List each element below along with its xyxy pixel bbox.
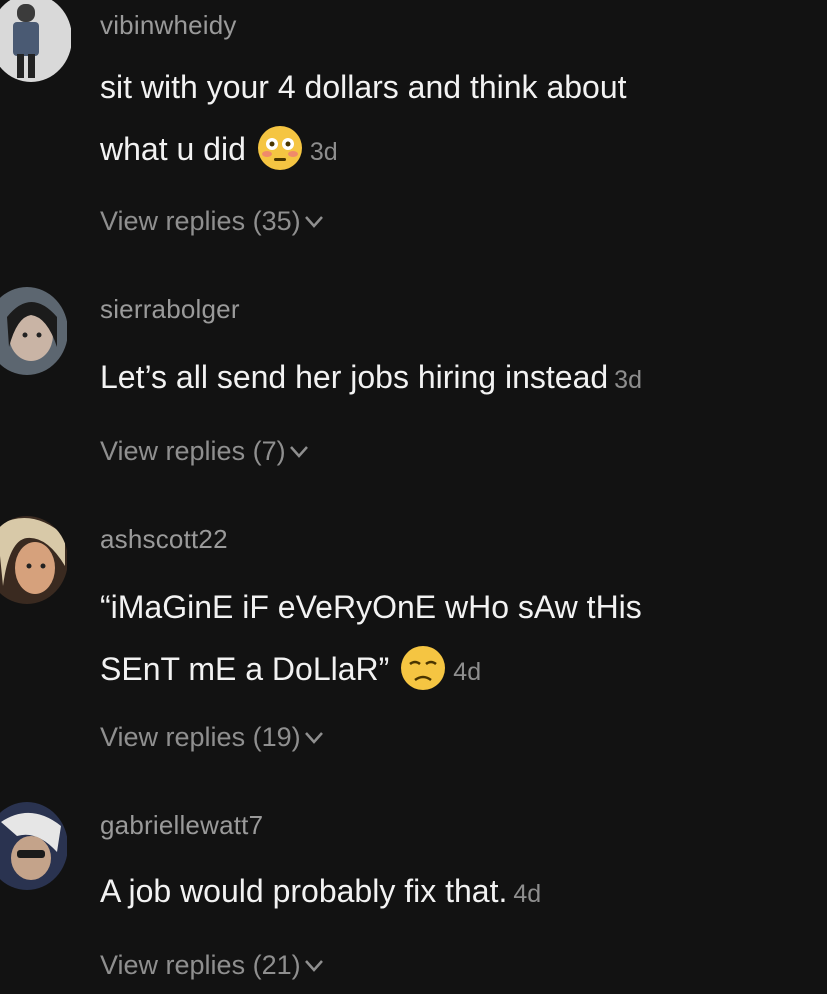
view-replies-button[interactable]: View replies (35) <box>100 206 324 237</box>
chevron-down-icon <box>304 959 324 973</box>
comment-username[interactable]: vibinwheidy <box>100 10 237 41</box>
comment-timestamp: 4d <box>513 880 542 908</box>
bottom-divider <box>0 994 827 1000</box>
comment-timestamp: 4d <box>453 658 482 686</box>
comment-username[interactable]: gabriellewatt7 <box>100 810 263 841</box>
comment-text: sit with your 4 dollars and think about … <box>100 56 627 183</box>
comment-text-line: A job would probably fix that. 4d <box>100 860 541 925</box>
comment-text-line: Let’s all send her jobs hiring instead 3d <box>100 346 642 411</box>
comment-text-line: sit with your 4 dollars and think about <box>100 69 627 105</box>
comment-text-fragment: A job would probably fix that. <box>100 873 508 909</box>
avatar[interactable] <box>0 802 68 890</box>
comment-text: Let’s all send her jobs hiring instead 3d <box>100 346 642 411</box>
comment-text-fragment: Let’s all send her jobs hiring instead <box>100 359 609 395</box>
chevron-down-icon <box>304 215 324 229</box>
comment-text-line: what u did 3d <box>100 118 627 183</box>
view-replies-button[interactable]: View replies (7) <box>100 436 309 467</box>
chevron-down-icon <box>289 445 309 459</box>
view-replies-label: View replies (21) <box>100 950 301 980</box>
view-replies-label: View replies (7) <box>100 436 286 466</box>
comment-username[interactable]: ashscott22 <box>100 524 228 555</box>
view-replies-button[interactable]: View replies (19) <box>100 722 324 753</box>
comment-text-fragment: what u did <box>100 131 246 167</box>
comment-timestamp: 3d <box>309 138 338 166</box>
flushed-face-emoji <box>256 124 304 172</box>
avatar[interactable] <box>0 287 68 375</box>
chevron-down-icon <box>304 731 324 745</box>
avatar[interactable] <box>0 0 72 82</box>
comment-timestamp: 3d <box>614 366 642 394</box>
view-replies-label: View replies (19) <box>100 722 301 752</box>
disappointed-face-emoji <box>399 644 447 692</box>
comment-text-line: “iMaGinE iF eVeRyOnE wHo sAw tHis <box>100 589 642 625</box>
comment-text-fragment: SEnT mE a DoLlaR” <box>100 651 390 687</box>
comment-text: “iMaGinE iF eVeRyOnE wHo sAw tHis SEnT m… <box>100 576 642 703</box>
comment-text: A job would probably fix that. 4d <box>100 860 541 925</box>
comment-username[interactable]: sierrabolger <box>100 294 240 325</box>
comment-text-line: SEnT mE a DoLlaR” 4d <box>100 638 642 703</box>
avatar[interactable] <box>0 516 68 604</box>
view-replies-button[interactable]: View replies (21) <box>100 950 324 981</box>
view-replies-label: View replies (35) <box>100 206 301 236</box>
